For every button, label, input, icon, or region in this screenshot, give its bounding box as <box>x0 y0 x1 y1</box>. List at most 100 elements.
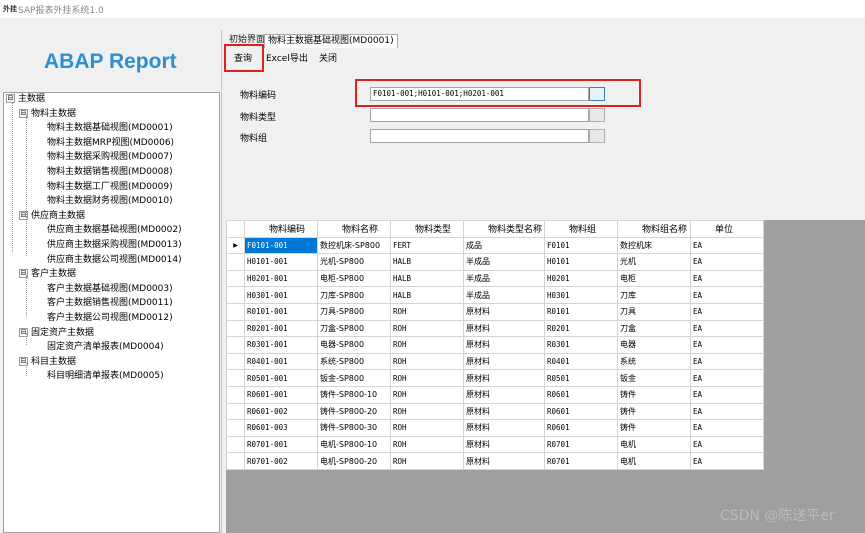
table-cell[interactable]: R0701 <box>544 435 619 454</box>
table-cell[interactable]: 数控机床 <box>617 236 692 255</box>
column-header[interactable]: 物料类型名称 <box>462 220 546 238</box>
table-cell[interactable]: 原材料 <box>462 435 546 454</box>
collapse-toggle-icon[interactable]: ⊟ <box>6 94 15 103</box>
table-cell[interactable]: ROH <box>390 402 464 421</box>
table-cell[interactable]: 光机-SP800 <box>317 253 391 271</box>
table-cell[interactable]: 原材料 <box>462 336 546 354</box>
table-cell[interactable]: 电器 <box>617 336 692 354</box>
table-cell[interactable]: 刀库 <box>617 286 692 304</box>
tree-leaf-item[interactable]: 固定资产清单报表(MD0004) <box>47 342 164 353</box>
table-cell[interactable]: 光机 <box>617 253 692 271</box>
table-cell[interactable]: ROH <box>390 385 464 404</box>
tree-leaf-item[interactable]: 客户主数据基础视图(MD0003) <box>47 284 173 295</box>
excel-export-button[interactable]: Excel导出 <box>266 51 308 64</box>
table-cell[interactable]: 半成品 <box>462 269 546 288</box>
table-cell[interactable]: EA <box>690 269 765 288</box>
column-header[interactable]: 单位 <box>690 220 765 238</box>
table-cell[interactable]: 钣金 <box>617 369 692 387</box>
row-header-cell[interactable] <box>226 319 245 338</box>
table-cell[interactable]: H0101-001 <box>244 253 318 271</box>
column-header[interactable]: 物料组 <box>544 220 619 238</box>
table-cell[interactable]: H0301-001 <box>244 286 318 304</box>
table-cell[interactable]: R0601-003 <box>244 419 318 437</box>
material-type-input[interactable] <box>370 108 589 122</box>
table-row[interactable]: R0201-001 刀盒-SP800 ROH 原材料 R0201 刀盒 EA <box>226 319 765 338</box>
table-cell[interactable]: EA <box>690 302 765 321</box>
row-header-cell[interactable] <box>226 419 245 437</box>
tree-leaf-item[interactable]: 科目明细清单报表(MD0005) <box>47 371 164 382</box>
table-cell[interactable]: ROH <box>390 319 464 338</box>
table-row[interactable]: R0501-001 钣金-SP800 ROH 原材料 R0501 钣金 EA <box>226 369 765 387</box>
table-cell[interactable]: R0601 <box>544 385 619 404</box>
data-grid[interactable]: 物料编码 物料名称 物料类型 物料类型名称 物料组 物料组名称 单位 ▶ F0101-001 数… <box>226 220 765 470</box>
table-cell[interactable]: ROH <box>390 369 464 387</box>
table-cell[interactable]: 原材料 <box>462 319 546 338</box>
table-cell[interactable]: R0401-001 <box>244 352 318 371</box>
table-row[interactable]: R0601-002 铸件-SP800-20 ROH 原材料 R0601 铸件 EA <box>226 402 765 421</box>
table-cell[interactable]: H0301 <box>544 286 619 304</box>
table-cell[interactable]: 铸件-SP800-20 <box>317 402 391 421</box>
row-header-cell[interactable] <box>226 269 245 288</box>
table-cell[interactable]: 电柜 <box>617 269 692 288</box>
table-row[interactable]: H0301-001 刀库-SP800 HALB 半成品 H0301 刀库 EA <box>226 286 765 304</box>
table-cell[interactable]: ROH <box>390 435 464 454</box>
table-cell[interactable]: 原材料 <box>462 352 546 371</box>
material-group-input[interactable] <box>370 129 589 143</box>
table-cell[interactable]: HALB <box>390 253 464 271</box>
row-header-cell[interactable] <box>226 336 245 354</box>
row-header-cell[interactable] <box>226 402 245 421</box>
table-row[interactable]: R0101-001 刀具-SP800 ROH 原材料 R0101 刀具 EA <box>226 302 765 321</box>
table-cell[interactable]: R0501-001 <box>244 369 318 387</box>
table-cell[interactable]: 数控机床-SP800 <box>317 236 391 255</box>
table-row[interactable]: H0101-001 光机-SP800 HALB 半成品 H0101 光机 EA <box>226 253 765 271</box>
table-cell[interactable]: R0601 <box>544 402 619 421</box>
tree-leaf-item[interactable]: 供应商主数据基础视图(MD0002) <box>47 225 182 236</box>
table-cell[interactable]: 铸件-SP800-30 <box>317 419 391 437</box>
table-cell[interactable]: 原材料 <box>462 452 546 470</box>
table-cell[interactable]: 铸件 <box>617 385 692 404</box>
table-cell[interactable]: R0701-002 <box>244 452 318 470</box>
table-cell[interactable]: 半成品 <box>462 253 546 271</box>
table-row[interactable]: R0601-003 铸件-SP800-30 ROH 原材料 R0601 铸件 EA <box>226 419 765 437</box>
table-cell[interactable]: R0301 <box>544 336 619 354</box>
table-cell[interactable]: 原材料 <box>462 302 546 321</box>
tree-leaf-item[interactable]: 物料主数据MRP视图(MD0006) <box>47 138 174 149</box>
row-header-cell[interactable] <box>226 452 245 470</box>
table-cell[interactable]: EA <box>690 385 765 404</box>
column-header[interactable]: 物料组名称 <box>617 220 692 238</box>
table-cell[interactable]: 原材料 <box>462 385 546 404</box>
table-cell[interactable]: 铸件 <box>617 419 692 437</box>
table-cell[interactable]: 电机 <box>617 452 692 470</box>
table-cell[interactable]: 原材料 <box>462 402 546 421</box>
table-cell[interactable]: 刀具 <box>617 302 692 321</box>
table-cell[interactable]: EA <box>690 236 765 255</box>
row-header-cell[interactable] <box>226 352 245 371</box>
row-header-cell[interactable] <box>226 253 245 271</box>
table-cell[interactable]: ROH <box>390 452 464 470</box>
table-cell[interactable]: R0501 <box>544 369 619 387</box>
table-cell[interactable]: 刀库-SP800 <box>317 286 391 304</box>
table-cell[interactable]: 电机-SP800-10 <box>317 435 391 454</box>
table-cell[interactable]: FERT <box>390 236 464 255</box>
material-type-lookup-button[interactable] <box>589 108 605 122</box>
table-cell[interactable]: ROH <box>390 419 464 437</box>
table-cell[interactable]: EA <box>690 286 765 304</box>
table-cell[interactable]: R0201-001 <box>244 319 318 338</box>
table-cell[interactable]: H0201 <box>544 269 619 288</box>
table-cell[interactable]: R0701-001 <box>244 435 318 454</box>
row-header-cell[interactable] <box>226 385 245 404</box>
table-cell[interactable]: 刀盒 <box>617 319 692 338</box>
column-header[interactable]: 物料类型 <box>390 220 464 238</box>
table-cell[interactable]: EA <box>690 352 765 371</box>
table-cell[interactable]: 原材料 <box>462 369 546 387</box>
tree-leaf-item[interactable]: 物料主数据工厂视图(MD0009) <box>47 182 173 193</box>
tree-group-item[interactable]: ⊟ 供应商主数据 <box>19 210 85 222</box>
table-cell[interactable]: EA <box>690 319 765 338</box>
table-cell[interactable]: 电器-SP800 <box>317 336 391 354</box>
tree-leaf-item[interactable]: 客户主数据销售视图(MD0011) <box>47 298 173 309</box>
table-cell[interactable]: 系统-SP800 <box>317 352 391 371</box>
tree-group-item[interactable]: ⊟ 客户主数据 <box>19 269 76 280</box>
table-row[interactable]: R0401-001 系统-SP800 ROH 原材料 R0401 系统 EA <box>226 352 765 371</box>
table-cell[interactable]: HALB <box>390 286 464 304</box>
table-cell[interactable]: R0701 <box>544 452 619 470</box>
